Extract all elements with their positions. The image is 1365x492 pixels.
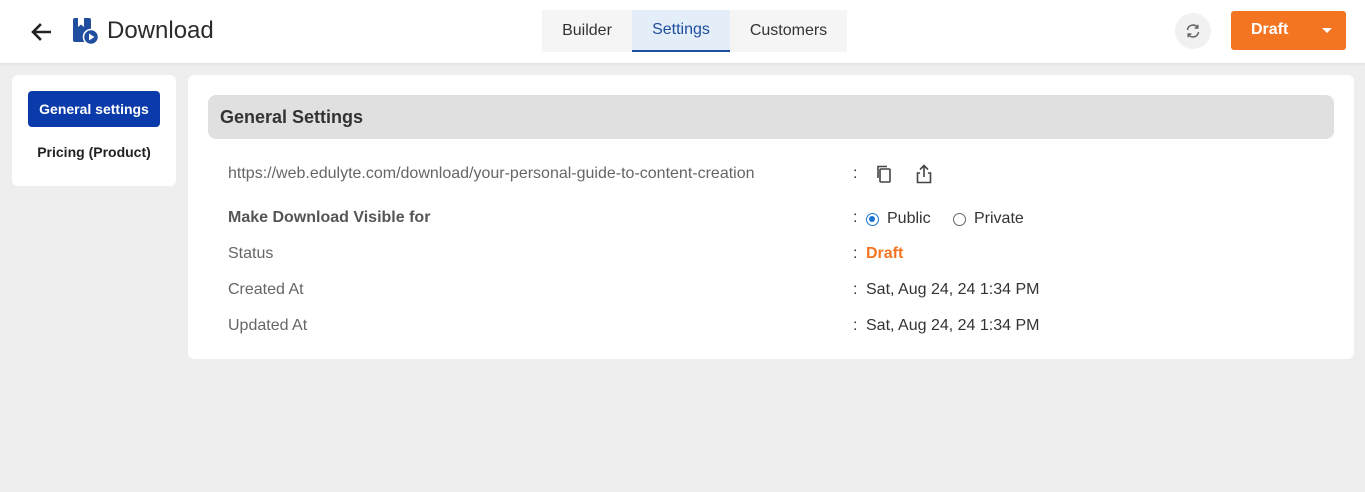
share-icon bbox=[916, 164, 932, 184]
section-header: General Settings bbox=[208, 95, 1334, 139]
back-button[interactable] bbox=[28, 19, 54, 45]
radio-circle-public[interactable] bbox=[866, 212, 879, 226]
arrow-left-icon bbox=[31, 23, 51, 41]
radio-public-label: Public bbox=[887, 210, 931, 227]
tab-builder[interactable]: Builder bbox=[542, 10, 632, 52]
chevron-down-icon[interactable] bbox=[1322, 28, 1332, 33]
colon: : bbox=[853, 209, 858, 226]
updated-label: Updated At bbox=[228, 317, 308, 334]
share-button[interactable] bbox=[913, 163, 935, 185]
updated-row: Updated At : Sat, Aug 24, 24 1:34 PM bbox=[228, 315, 1328, 339]
radio-private[interactable]: Private bbox=[953, 210, 1024, 228]
status-label: Status bbox=[228, 245, 274, 262]
url-row: https://web.edulyte.com/download/your-pe… bbox=[228, 163, 1328, 187]
status-badge: Draft bbox=[866, 245, 904, 262]
visibility-label: Make Download Visible for bbox=[228, 209, 431, 226]
general-settings-panel: General Settings https://web.edulyte.com… bbox=[188, 75, 1354, 359]
radio-private-label: Private bbox=[974, 210, 1024, 227]
colon: : bbox=[853, 281, 858, 298]
colon: : bbox=[853, 165, 858, 182]
section-title: General Settings bbox=[220, 107, 364, 127]
tab-settings[interactable]: Settings bbox=[632, 10, 730, 52]
sidebar-item-pricing[interactable]: Pricing (Product) bbox=[28, 134, 160, 170]
created-row: Created At : Sat, Aug 24, 24 1:34 PM bbox=[228, 279, 1328, 303]
created-value: Sat, Aug 24, 24 1:34 PM bbox=[866, 281, 1040, 298]
download-url-link[interactable]: https://web.edulyte.com/download/your-pe… bbox=[228, 165, 755, 183]
copy-icon bbox=[877, 165, 891, 183]
updated-value: Sat, Aug 24, 24 1:34 PM bbox=[866, 317, 1040, 334]
tab-bar: Builder Settings Customers bbox=[542, 10, 847, 52]
status-row: Status : Draft bbox=[228, 243, 1328, 267]
copy-button[interactable] bbox=[873, 163, 895, 185]
status-dropdown-button[interactable]: Draft bbox=[1231, 11, 1346, 50]
page-title: Download bbox=[107, 17, 214, 44]
sync-button[interactable] bbox=[1175, 13, 1211, 49]
status-button-label: Draft bbox=[1251, 21, 1289, 38]
sync-icon bbox=[1186, 24, 1200, 38]
download-product-icon bbox=[73, 18, 99, 45]
colon: : bbox=[853, 317, 858, 334]
visibility-row: Make Download Visible for : Public Priva… bbox=[228, 207, 1328, 231]
radio-public[interactable]: Public bbox=[866, 210, 931, 228]
radio-circle-private[interactable] bbox=[953, 212, 966, 226]
tab-customers[interactable]: Customers bbox=[730, 10, 847, 52]
sidebar-item-general-settings[interactable]: General settings bbox=[28, 91, 160, 127]
colon: : bbox=[853, 245, 858, 262]
created-label: Created At bbox=[228, 281, 304, 298]
settings-sidebar: General settings Pricing (Product) bbox=[12, 75, 176, 186]
top-header: Download Builder Settings Customers Draf… bbox=[0, 0, 1365, 63]
